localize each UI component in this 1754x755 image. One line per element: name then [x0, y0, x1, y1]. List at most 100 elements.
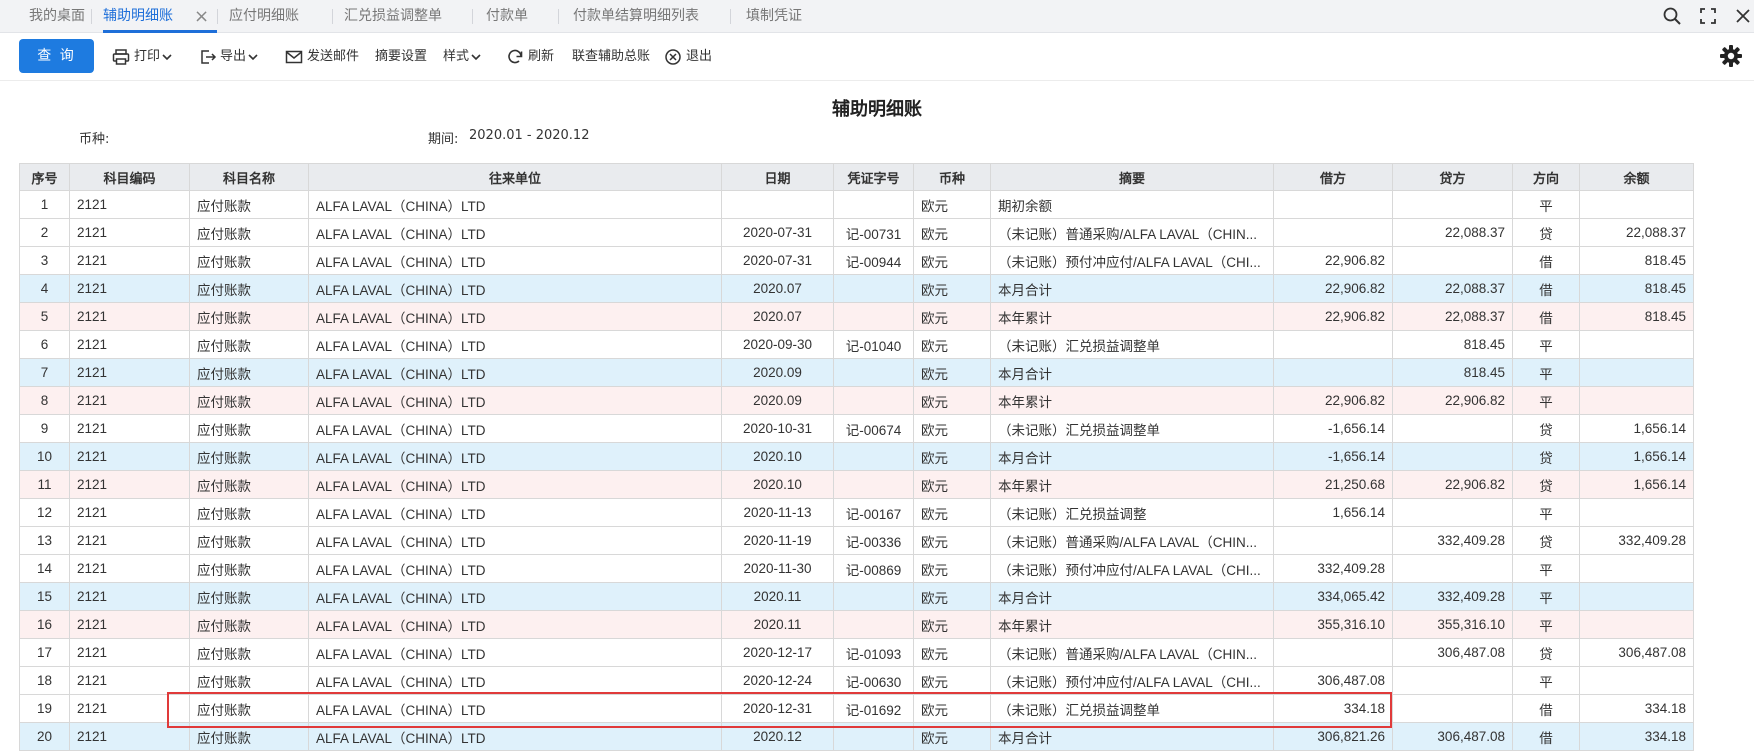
column-header-credit[interactable]: 贷方 — [1392, 163, 1513, 191]
mail-icon[interactable] — [285, 48, 303, 66]
printer-icon[interactable] — [112, 48, 130, 66]
column-header-debit[interactable]: 借方 — [1273, 163, 1393, 191]
voucher-link[interactable]: 记-00674 — [833, 414, 914, 443]
column-header-currency[interactable]: 币种 — [913, 163, 991, 191]
table-row[interactable]: 6 2121 应付账款 ALFA LAVAL（CHINA）LTD 2020-09-30 记… — [19, 330, 1694, 359]
query-button[interactable]: 查 询 — [19, 39, 94, 73]
table-row[interactable]: 1 2121 应付账款 ALFA LAVAL（CHINA）LTD 欧元 期初余额 平 — [19, 190, 1694, 219]
table-row[interactable]: 12 2121 应付账款 ALFA LAVAL（CHINA）LTD 2020-11-13… — [19, 498, 1694, 527]
date-cell: 2020-11-19 — [721, 526, 834, 555]
linked-summary-ledger-button[interactable]: 联查辅助总账 — [572, 33, 650, 81]
refresh-button[interactable]: 刷新 — [528, 33, 554, 81]
credit-cell: 332,409.28 — [1392, 526, 1513, 555]
account-code-cell: 2121 — [69, 442, 190, 471]
voucher-link[interactable]: 记-00630 — [833, 666, 914, 695]
gear-icon[interactable] — [1719, 44, 1743, 68]
row-number-cell: 5 — [19, 302, 70, 331]
tab-separator — [558, 9, 559, 24]
debit-cell: 1,656.14 — [1273, 498, 1393, 527]
maximize-icon[interactable] — [1697, 5, 1719, 27]
row-number-cell: 16 — [19, 610, 70, 639]
table-row[interactable]: 16 2121 应付账款 ALFA LAVAL（CHINA）LTD 2020.11 欧元本… — [19, 610, 1694, 639]
voucher-link[interactable]: 记-00944 — [833, 246, 914, 275]
voucher-link[interactable]: 记-00167 — [833, 498, 914, 527]
table-row[interactable]: 9 2121 应付账款 ALFA LAVAL（CHINA）LTD 2020-10-31 记… — [19, 414, 1694, 443]
table-row[interactable]: 10 2121 应付账款 ALFA LAVAL（CHINA）LTD 2020.10 欧元本… — [19, 442, 1694, 471]
currency-cell: 欧元 — [913, 554, 991, 583]
column-header-code[interactable]: 科目编码 — [69, 163, 190, 191]
row-number-cell: 11 — [19, 470, 70, 499]
print-button[interactable]: 打印 — [134, 33, 160, 81]
table-row[interactable]: 3 2121 应付账款 ALFA LAVAL（CHINA）LTD 2020-07-31 记… — [19, 246, 1694, 275]
tab-payment-settlement-list[interactable]: 付款单结算明细列表 — [573, 0, 699, 33]
column-header-direction[interactable]: 方向 — [1512, 163, 1580, 191]
column-header-no[interactable]: 序号 — [19, 163, 70, 191]
tab-payment-slip[interactable]: 付款单 — [486, 0, 528, 33]
ledger-table: 序号 科目编码 科目名称 往来单位 日期 凭证字号 币种 摘要 借方 贷方 方向… — [19, 163, 1694, 751]
table-row[interactable]: 14 2121 应付账款 ALFA LAVAL（CHINA）LTD 2020-11-30… — [19, 554, 1694, 583]
chevron-down-icon[interactable] — [471, 53, 481, 61]
column-header-voucher[interactable]: 凭证字号 — [833, 163, 914, 191]
column-header-balance[interactable]: 余额 — [1579, 163, 1694, 191]
date-cell: 2020.12 — [721, 722, 834, 751]
table-row[interactable]: 11 2121 应付账款 ALFA LAVAL（CHINA）LTD 2020.10 欧元本… — [19, 470, 1694, 499]
partner-cell: ALFA LAVAL（CHINA）LTD — [308, 386, 722, 415]
date-cell: 2020.10 — [721, 442, 834, 471]
balance-cell: 1,656.14 — [1579, 470, 1694, 499]
export-button[interactable]: 导出 — [220, 33, 246, 81]
refresh-icon[interactable] — [506, 48, 524, 66]
style-button[interactable]: 样式 — [443, 33, 469, 81]
tab-auxiliary-detail-ledger[interactable]: 辅助明细账 — [103, 0, 173, 33]
voucher-link[interactable]: 记-01093 — [833, 638, 914, 667]
row-number-cell: 2 — [19, 218, 70, 247]
table-row[interactable]: 2 2121 应付账款 ALFA LAVAL（CHINA）LTD 2020-07-31 记… — [19, 218, 1694, 247]
direction-cell: 平 — [1512, 554, 1580, 583]
column-header-name[interactable]: 科目名称 — [189, 163, 309, 191]
chevron-down-icon[interactable] — [248, 53, 258, 61]
credit-cell — [1392, 414, 1513, 443]
exit-icon[interactable] — [664, 48, 682, 66]
tab-fill-voucher[interactable]: 填制凭证 — [746, 0, 802, 33]
table-row[interactable]: 7 2121 应付账款 ALFA LAVAL（CHINA）LTD 2020.09 欧元 本月… — [19, 358, 1694, 387]
table-row[interactable]: 5 2121 应付账款 ALFA LAVAL（CHINA）LTD 2020.07 欧元 本年… — [19, 302, 1694, 331]
table-row[interactable]: 13 2121 应付账款 ALFA LAVAL（CHINA）LTD 2020-11-19… — [19, 526, 1694, 555]
column-header-summary[interactable]: 摘要 — [990, 163, 1274, 191]
close-window-icon[interactable] — [1732, 5, 1754, 27]
partner-cell: ALFA LAVAL（CHINA）LTD — [308, 722, 722, 751]
search-icon[interactable] — [1661, 5, 1683, 27]
voucher-link[interactable]: 记-00869 — [833, 554, 914, 583]
currency-cell: 欧元 — [913, 666, 991, 695]
voucher-link[interactable]: 记-00336 — [833, 526, 914, 555]
table-row[interactable]: 4 2121 应付账款 ALFA LAVAL（CHINA）LTD 2020.07 欧元 本月… — [19, 274, 1694, 303]
balance-cell — [1579, 666, 1694, 695]
account-code-cell: 2121 — [69, 330, 190, 359]
send-mail-button[interactable]: 发送邮件 — [307, 33, 359, 81]
direction-cell: 贷 — [1512, 414, 1580, 443]
table-row[interactable]: 19 2121 应付账款 ALFA LAVAL（CHINA）LTD 2020-12-31… — [19, 694, 1694, 723]
partner-cell: ALFA LAVAL（CHINA）LTD — [308, 330, 722, 359]
summary-settings-button[interactable]: 摘要设置 — [375, 33, 427, 81]
currency-cell: 欧元 — [913, 694, 991, 723]
voucher-link[interactable]: 记-01692 — [833, 694, 914, 723]
exit-button[interactable]: 退出 — [686, 33, 712, 81]
column-header-partner[interactable]: 往来单位 — [308, 163, 722, 191]
close-icon[interactable]: × — [194, 0, 209, 33]
voucher-link[interactable]: 记-01040 — [833, 330, 914, 359]
voucher-link[interactable]: 记-00731 — [833, 218, 914, 247]
table-row[interactable]: 8 2121 应付账款 ALFA LAVAL（CHINA）LTD 2020.09 欧元 本年… — [19, 386, 1694, 415]
export-icon[interactable] — [199, 48, 217, 66]
table-row[interactable]: 17 2121 应付账款 ALFA LAVAL（CHINA）LTD 2020-12-17… — [19, 638, 1694, 667]
account-code-cell: 2121 — [69, 246, 190, 275]
currency-cell: 欧元 — [913, 582, 991, 611]
balance-cell: 818.45 — [1579, 274, 1694, 303]
credit-cell: 332,409.28 — [1392, 582, 1513, 611]
tab-my-desktop[interactable]: 我的桌面 — [29, 0, 85, 33]
tab-exchange-adjustment[interactable]: 汇兑损益调整单 — [344, 0, 442, 33]
debit-cell — [1273, 218, 1393, 247]
tab-payable-detail-ledger[interactable]: 应付明细账 — [229, 0, 299, 33]
column-header-date[interactable]: 日期 — [721, 163, 834, 191]
table-row[interactable]: 18 2121 应付账款 ALFA LAVAL（CHINA）LTD 2020-12-24… — [19, 666, 1694, 695]
chevron-down-icon[interactable] — [162, 53, 172, 61]
table-row[interactable]: 15 2121 应付账款 ALFA LAVAL（CHINA）LTD 2020.11 欧元本… — [19, 582, 1694, 611]
table-row[interactable]: 20 2121 应付账款 ALFA LAVAL（CHINA）LTD 2020.12 欧元本… — [19, 722, 1694, 751]
